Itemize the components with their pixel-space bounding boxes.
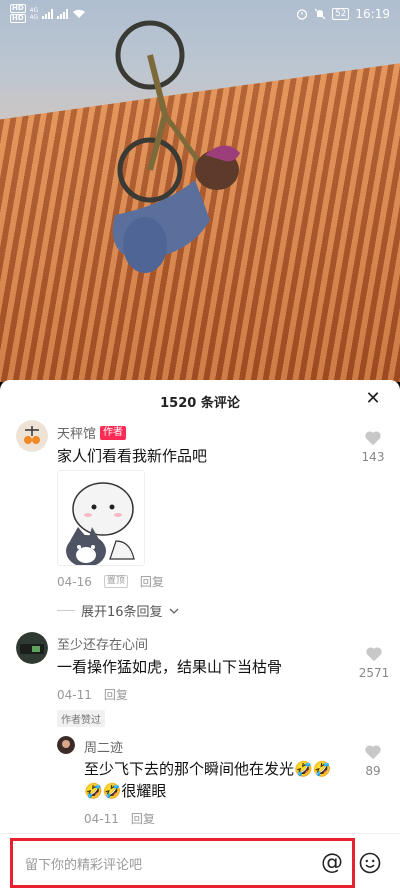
reply-button[interactable]: 回复 [140,573,164,590]
signal-bars-icon [42,8,54,19]
like-count: 143 [361,450,385,464]
clock: 16:19 [355,6,390,21]
avatar[interactable] [16,632,48,664]
avatar[interactable] [16,420,48,452]
comment-text-line: 🤣🤣很耀眼 [84,782,167,800]
close-icon[interactable]: ✕ [362,388,384,410]
wifi-icon [73,9,86,18]
like-button[interactable]: 2571 [354,646,394,680]
comment-date: 04-16 [57,574,92,589]
comment-date: 04-11 [57,687,92,702]
video-player[interactable] [0,0,400,382]
signal-bars-icon [57,8,69,19]
username-text[interactable]: 天秤馆 [57,423,96,442]
signal-label: 4G [29,6,39,14]
alarm-icon [296,8,308,20]
smiley-icon[interactable] [359,852,381,874]
comment-username[interactable]: 周二迹 [84,737,123,756]
chevron-down-icon [169,608,179,614]
comment-date: 04-11 [84,811,119,826]
comment-meta: 04-16 置顶 回复 [57,573,164,590]
comment-input[interactable]: 留下你的精彩评论吧 [10,838,355,888]
comment-sticker-image[interactable] [57,470,145,566]
comment-text: 至少飞下去的那个瞬间他在发光🤣🤣 🤣🤣很耀眼 [84,758,331,802]
comment-username[interactable]: 天秤馆 作者 [57,423,127,442]
like-button[interactable]: 143 [358,430,388,464]
status-right: 52 16:19 [296,7,390,21]
expand-replies-label[interactable]: 展开16条回复 [81,601,163,620]
comment-text: 一看操作猛如虎，结果山下当枯骨 [57,658,283,676]
avatar[interactable] [57,736,75,754]
username-text[interactable]: 周二迹 [84,737,123,756]
comment-input-placeholder[interactable]: 留下你的精彩评论吧 [25,854,142,873]
reply-button[interactable]: 回复 [104,686,128,703]
reply-button[interactable]: 回复 [131,810,155,827]
comment-username[interactable]: 至少还存在心间 [57,634,148,653]
comments-sheet: 1520 条评论 ✕ 天秤馆 作者 家人们看看我新作品吧 04-16 置顶 回复… [0,380,400,888]
heart-icon [365,745,381,760]
author-liked-badge: 作者赞过 [57,710,105,727]
mute-bell-icon [314,8,326,19]
like-count: 89 [365,764,381,778]
hd-badge: HD [10,14,26,23]
hd-badge: HD [10,4,26,13]
comments-count-title: 1520 条评论 [160,396,240,411]
username-text[interactable]: 至少还存在心间 [57,634,148,653]
heart-icon [365,431,381,446]
bike-rider-figure [112,20,240,273]
comment-text-line: 至少飞下去的那个瞬间他在发光🤣🤣 [84,760,332,778]
signal-label: 4G [29,13,39,21]
pinned-badge: 置顶 [103,575,128,588]
comment-meta: 04-11 回复 [84,810,155,827]
heart-icon [366,647,382,662]
expand-replies-button[interactable]: 展开16条回复 [57,601,179,620]
author-badge: 作者 [100,425,127,440]
status-bar: HD HD 4G 4G 52 16:19 [0,0,400,27]
comment-text: 家人们看看我新作品吧 [57,447,208,465]
like-button[interactable]: 89 [358,744,388,778]
at-mention-icon[interactable]: @ [321,852,343,874]
battery-level: 52 [331,7,350,20]
comment-meta: 04-11 回复 [57,686,128,703]
comment-input-bar: 留下你的精彩评论吧 @ [0,833,400,888]
divider-line [57,610,75,611]
like-count: 2571 [358,666,390,680]
status-left: HD HD 4G 4G [10,4,86,23]
